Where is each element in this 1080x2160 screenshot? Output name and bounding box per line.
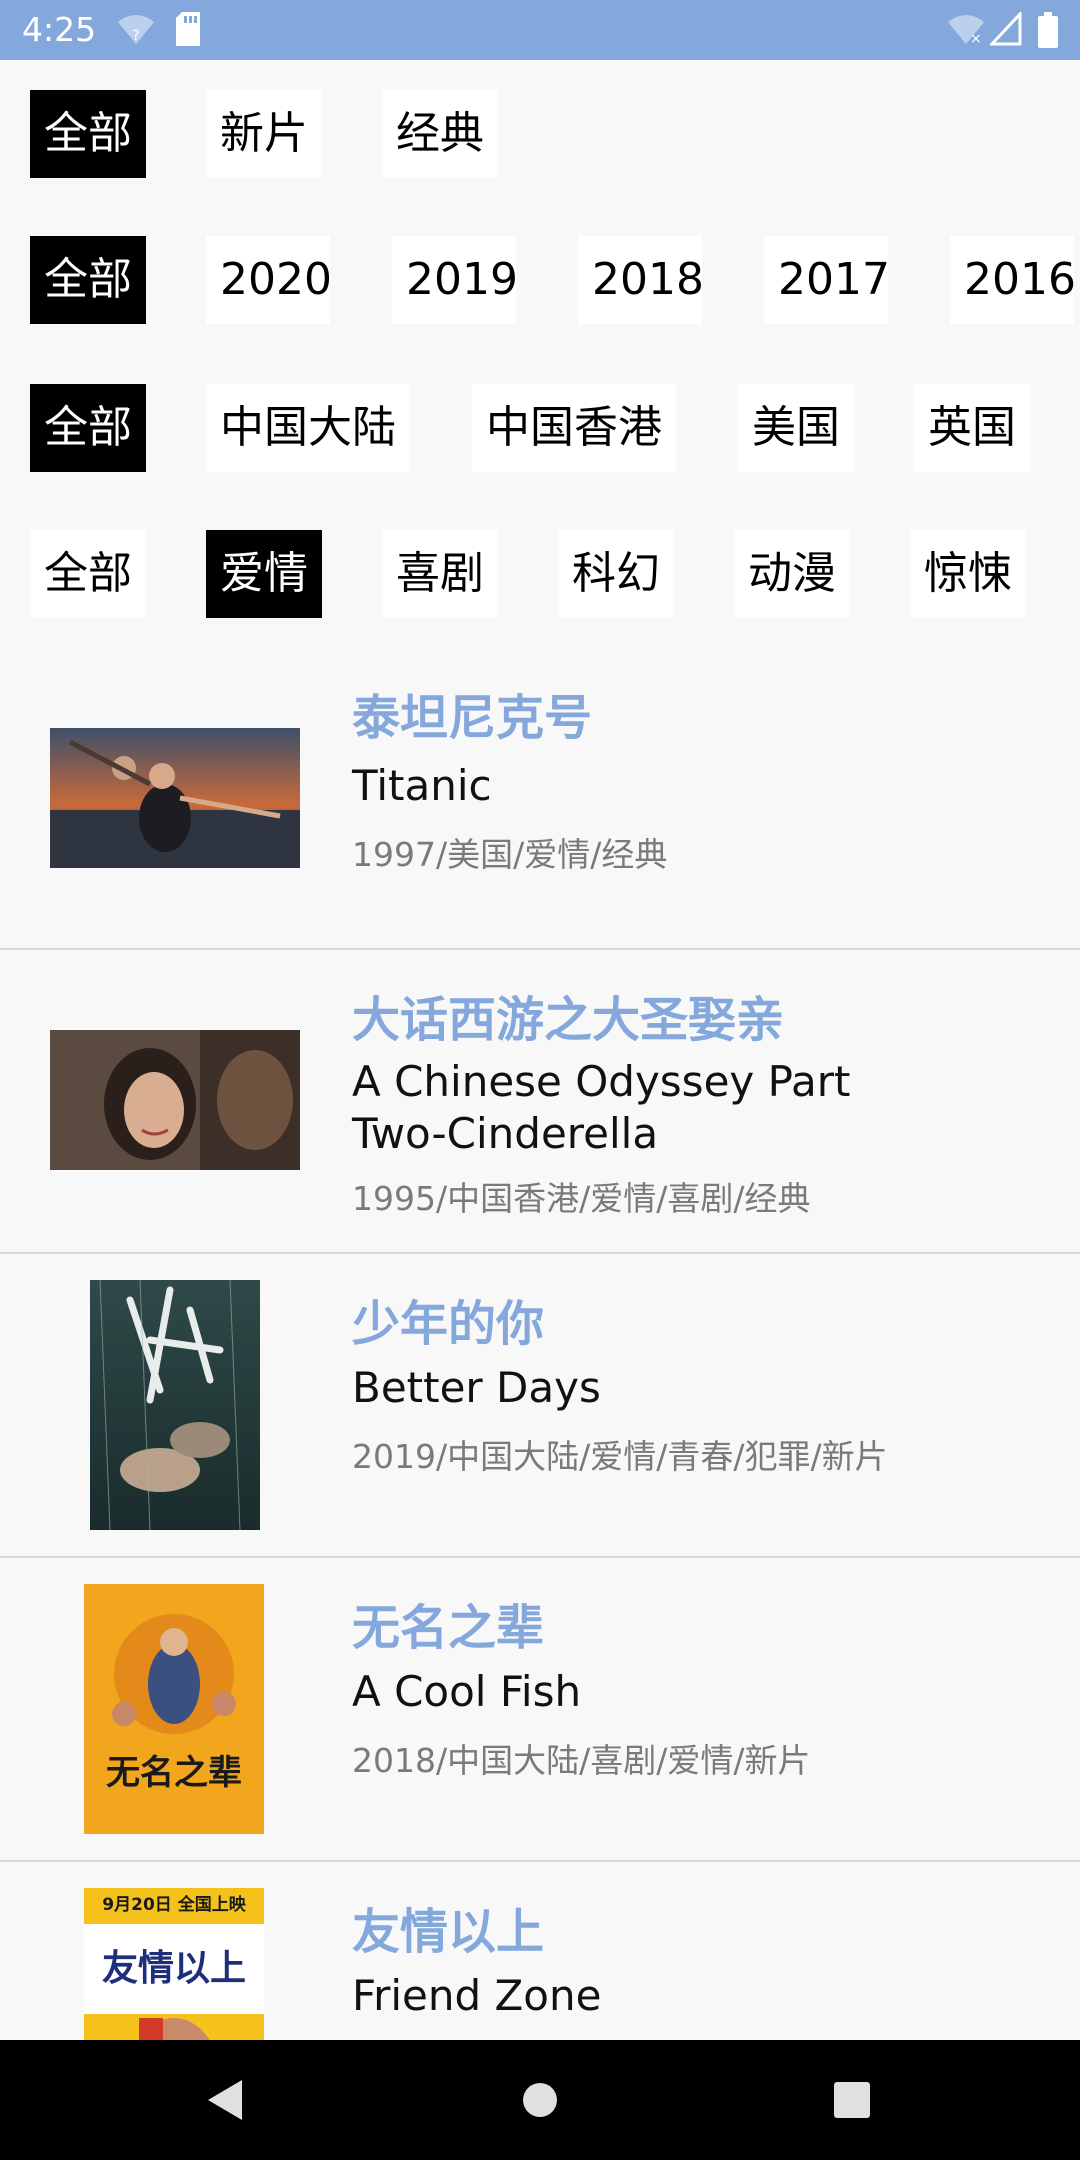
- movie-item-a-cool-fish[interactable]: 无名之辈 无名之辈 A Cool Fish 2018/中国大陆/喜剧/爱情/新片: [0, 1558, 1080, 1862]
- wifi-off-icon: ×: [948, 15, 984, 46]
- sd-card-icon: [176, 12, 200, 46]
- status-bar: 4:25 ? ×: [0, 0, 1080, 60]
- chip-year-2016[interactable]: 2016: [950, 236, 1076, 324]
- chip-type-classic[interactable]: 经典: [382, 90, 498, 178]
- movie-title-cn: 少年的你: [352, 1296, 545, 1352]
- chip-genre-anime[interactable]: 动漫: [734, 530, 850, 618]
- home-icon[interactable]: [522, 2082, 558, 2118]
- movie-meta: 2019/中国大陆/爱情/青春/犯罪/新片: [352, 1437, 888, 1476]
- movie-item-titanic[interactable]: 泰坦尼克号 Titanic 1997/美国/爱情/经典: [0, 656, 1080, 950]
- movie-poster-friend-zone: 9月20日 全国上映 友情以上: [84, 1888, 264, 2040]
- movie-list: 泰坦尼克号 Titanic 1997/美国/爱情/经典 大话西游之大圣娶亲 A …: [0, 656, 1080, 2040]
- filter-row-genre: 全部 爱情 喜剧 科幻 动漫 惊悚: [0, 530, 1080, 618]
- chip-region-all[interactable]: 全部: [30, 384, 146, 472]
- movie-title-cn: 大话西游之大圣娶亲: [352, 992, 785, 1048]
- wifi-question-icon: ?: [118, 15, 154, 44]
- chip-year-2018[interactable]: 2018: [578, 236, 704, 324]
- recents-icon[interactable]: [834, 2082, 870, 2118]
- poster-release-text: 9月20日 全国上映: [102, 1894, 246, 1915]
- movie-poster-a-cool-fish: 无名之辈: [84, 1584, 264, 1834]
- filter-row-year: 全部 2020 2019 2018 2017 2016: [0, 236, 1080, 324]
- battery-icon: [1038, 12, 1058, 48]
- chip-type-new[interactable]: 新片: [206, 90, 322, 178]
- poster-title-text: 友情以上: [102, 1948, 246, 1989]
- svg-text:×: ×: [970, 31, 982, 46]
- chip-year-2017[interactable]: 2017: [764, 236, 890, 324]
- chip-genre-comedy[interactable]: 喜剧: [382, 530, 498, 618]
- movie-title-cn: 无名之辈: [352, 1600, 545, 1656]
- movie-poster-chinese-odyssey: [50, 1030, 300, 1170]
- chip-region-usa[interactable]: 美国: [738, 384, 854, 472]
- movie-item-chinese-odyssey[interactable]: 大话西游之大圣娶亲 A Chinese Odyssey Part Two-Cin…: [0, 950, 1080, 1254]
- movie-title-en: A Chinese Odyssey Part Two-Cinderella: [352, 1057, 851, 1158]
- chip-genre-romance[interactable]: 爱情: [206, 530, 322, 618]
- movie-meta: 1997/美国/爱情/经典: [352, 835, 668, 874]
- chip-genre-scifi[interactable]: 科幻: [558, 530, 674, 618]
- movie-title-en: Titanic: [352, 761, 492, 810]
- navigation-bar: [0, 2040, 1080, 2160]
- chip-type-all[interactable]: 全部: [30, 90, 146, 178]
- chip-genre-all[interactable]: 全部: [30, 530, 146, 618]
- chip-region-hongkong[interactable]: 中国香港: [472, 384, 676, 472]
- chip-region-uk[interactable]: 英国: [914, 384, 1030, 472]
- movie-title-en: Friend Zone: [352, 1971, 602, 2020]
- chip-genre-thriller[interactable]: 惊悚: [910, 530, 1026, 618]
- movie-title-en: Better Days: [352, 1363, 601, 1412]
- status-time: 4:25: [22, 10, 97, 49]
- movie-poster-better-days: [90, 1280, 260, 1530]
- filter-row-region: 全部 中国大陆 中国香港 美国 英国: [0, 384, 1080, 472]
- chip-year-2019[interactable]: 2019: [392, 236, 518, 324]
- movie-poster-titanic: [50, 728, 300, 868]
- chip-year-2020[interactable]: 2020: [206, 236, 332, 324]
- svg-text:?: ?: [132, 28, 139, 44]
- movie-item-better-days[interactable]: 少年的你 Better Days 2019/中国大陆/爱情/青春/犯罪/新片: [0, 1254, 1080, 1558]
- poster-text-a-cool-fish: 无名之辈: [106, 1753, 242, 1793]
- cell-signal-icon: [990, 12, 1022, 46]
- movie-title-en: A Cool Fish: [352, 1667, 582, 1716]
- filter-row-type: 全部 新片 经典: [0, 90, 1080, 178]
- movie-item-friend-zone[interactable]: 9月20日 全国上映 友情以上 友情以上 Friend Zone: [0, 1862, 1080, 2040]
- movie-meta: 2018/中国大陆/喜剧/爱情/新片: [352, 1741, 811, 1780]
- movie-title-cn: 友情以上: [352, 1904, 545, 1960]
- movie-title-cn: 泰坦尼克号: [352, 690, 593, 746]
- chip-year-all[interactable]: 全部: [30, 236, 146, 324]
- chip-region-mainland[interactable]: 中国大陆: [206, 384, 410, 472]
- back-icon[interactable]: [204, 2078, 244, 2122]
- movie-meta: 1995/中国香港/爱情/喜剧/经典: [352, 1179, 811, 1218]
